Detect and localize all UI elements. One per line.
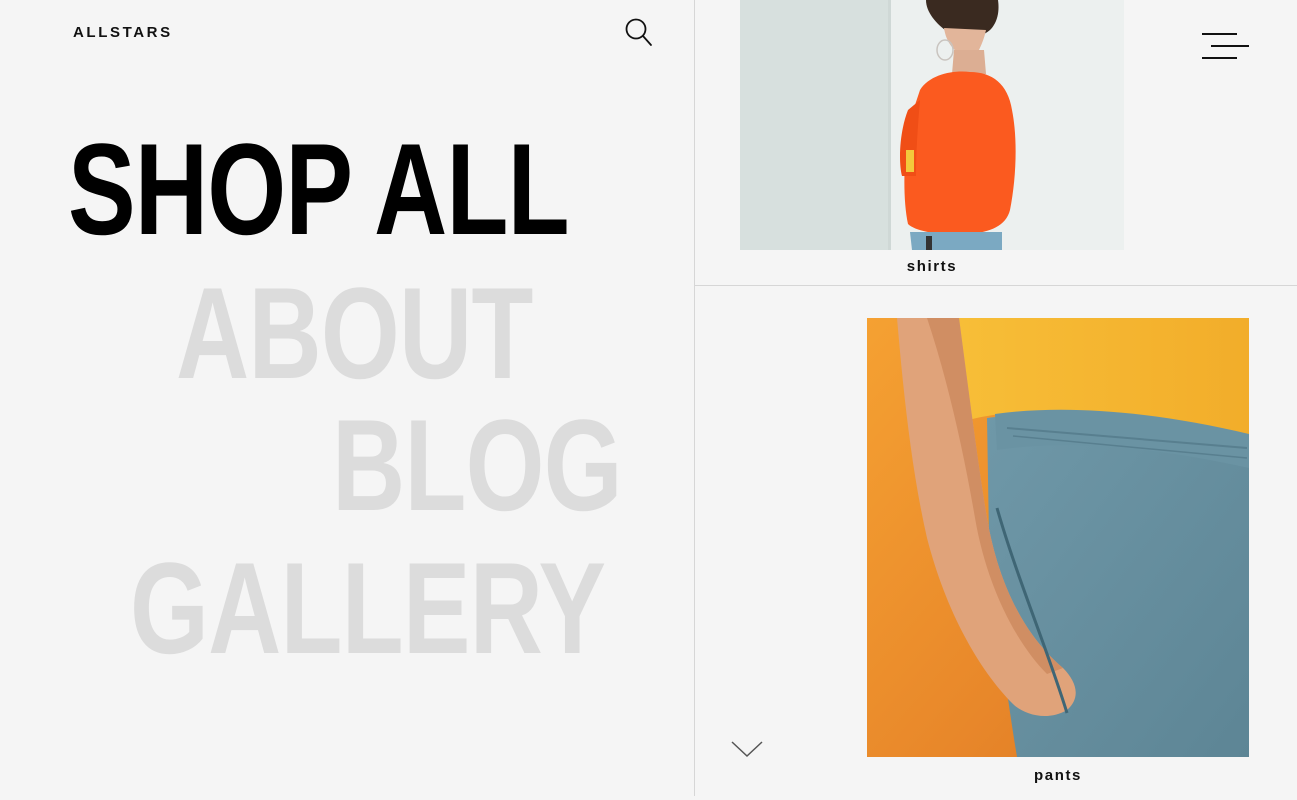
nav-item-about[interactable]: ABOUT [176,268,533,398]
pants-image[interactable] [867,318,1249,757]
left-panel: ALLSTARS SHOP ALL ABOUT BLOG GALLERY [0,0,694,800]
right-panel: shirts pants [695,0,1297,800]
nav-item-gallery[interactable]: GALLERY [130,543,606,673]
horizontal-divider [695,285,1297,286]
page: ALLSTARS SHOP ALL ABOUT BLOG GALLERY shi… [0,0,1297,800]
hamburger-menu-icon [1202,33,1249,59]
logo[interactable]: ALLSTARS [73,24,173,41]
search-icon [625,18,652,46]
chevron-down-icon [731,741,763,758]
shirts-image[interactable] [740,0,1124,250]
nav-item-blog[interactable]: BLOG [332,400,623,530]
category-caption-shirts[interactable]: shirts [740,258,1124,275]
scroll-down-button[interactable] [730,738,764,760]
menu-button[interactable] [1201,30,1251,62]
category-caption-pants[interactable]: pants [867,767,1249,784]
search-button[interactable] [622,16,656,50]
nav-item-shop-all[interactable]: SHOP ALL [68,124,570,254]
